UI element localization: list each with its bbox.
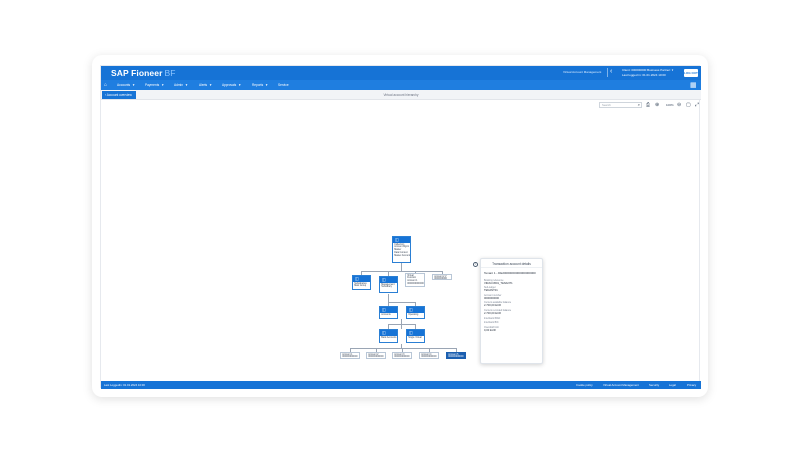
tree-edge xyxy=(361,271,443,272)
hierarchy-canvas[interactable]: ◫ Collection Account Mgmt Master Data Co… xyxy=(101,110,701,382)
chevron-down-icon: ▼ xyxy=(265,83,269,87)
account-node-icon: ◫ xyxy=(382,307,386,312)
popover-title: Transaction account details xyxy=(481,259,542,268)
tree-node-account-4[interactable]: Account 4 000000000000 xyxy=(419,352,439,359)
account-node-icon: ◫ xyxy=(409,330,413,335)
chevron-down-icon: ▼ xyxy=(161,83,165,87)
nav-item-service[interactable]: Service xyxy=(278,83,289,87)
footer-link-security[interactable]: Security xyxy=(649,383,659,387)
tree-node-root[interactable]: ◫ Collection Account Mgmt Master Data Co… xyxy=(392,236,411,263)
home-icon[interactable]: ⌂ xyxy=(104,82,107,88)
account-node-icon: ◫ xyxy=(355,276,359,281)
logout-button[interactable]: LOG OUT xyxy=(684,69,698,77)
tree-edge xyxy=(388,294,389,302)
footer-link-privacy[interactable]: Privacy xyxy=(687,383,696,387)
detail-row: Current recorded balance 2.700,00 EUR xyxy=(484,308,512,315)
brand-logo[interactable]: SAP Fioneer BF xyxy=(111,68,176,78)
footer-last-login: Last Loggedin: 01.01.2024 10:00 xyxy=(104,383,145,388)
account-line-2: Last logged in: 01.01.2024 10:00 xyxy=(622,72,666,77)
account-node-icon: ◫ xyxy=(382,277,386,282)
zoom-level: 100% xyxy=(666,103,674,107)
device-frame: SAP Fioneer BF Virtual Account Management… xyxy=(92,55,708,397)
account-node-icon: ◫ xyxy=(382,330,386,335)
detail-row: Current available balance 2.700,00 EUR xyxy=(484,301,512,308)
fit-to-screen-icon[interactable]: ▢ xyxy=(686,102,691,108)
footer-link-legal[interactable]: Legal xyxy=(669,383,676,387)
tree-node-management[interactable]: ◫ Management Subsidiary xyxy=(379,276,398,293)
tree-edge xyxy=(350,348,457,349)
nav-item-alerts[interactable]: Alerts ▼ xyxy=(199,83,212,87)
footer: Last Loggedin: 01.01.2024 10:00 Cookie p… xyxy=(101,381,701,389)
export-icon[interactable]: ⎙ xyxy=(646,102,650,108)
search-icon: ⌕ xyxy=(637,101,640,107)
tree-node-account-2v[interactable]: Account 2 V 0000000000 xyxy=(432,274,452,280)
tree-node-subsidiaries[interactable]: ◫ Subsidiaries Main Group xyxy=(352,275,371,290)
sub-bar: Virtual account hierarchy ‹ Account over… xyxy=(101,90,701,100)
tree-node-virtual-function[interactable]: Virtual Function Account 1 0000000000000 xyxy=(405,273,425,287)
chevron-down-icon: ▼ xyxy=(132,83,136,87)
account-line-1: Client: 000000000 Business Partner: ▾ xyxy=(622,68,674,72)
tree-node-account-5-selected[interactable]: Account 5 000000000000 xyxy=(446,352,466,359)
header-link-vam[interactable]: Virtual Account Management xyxy=(563,70,601,74)
chevron-down-icon: ▼ xyxy=(185,83,189,87)
tree-node-account-2[interactable]: Account 2 000000000000 xyxy=(366,352,386,359)
info-icon[interactable]: i xyxy=(473,262,478,267)
fullscreen-icon[interactable]: ⤢ xyxy=(695,102,699,108)
main-nav: ⌂ Accounts ▼ Payments ▼ Admin ▼ Alerts ▼ App… xyxy=(101,80,701,90)
detail-row: Account number 0000000000 xyxy=(484,293,502,300)
account-node-icon: ◫ xyxy=(409,307,413,312)
nav-item-accounts[interactable]: Accounts ▼ xyxy=(117,83,135,87)
tree-node-bank-accounts[interactable]: ◫ Bank Accounts xyxy=(379,329,398,343)
nav-item-approvals[interactable]: Approvals ▼ xyxy=(222,83,241,87)
top-bar: SAP Fioneer BF Virtual Account Management… xyxy=(101,66,701,80)
tree-edge xyxy=(388,302,416,303)
popover-heading: Tenant 1 - DE20000000000000000000 xyxy=(484,271,536,275)
account-node-icon: ◫ xyxy=(395,237,399,242)
nav-item-admin[interactable]: Admin ▼ xyxy=(174,83,188,87)
detail-row: Sub-ledger TENANT01 xyxy=(484,286,498,293)
account-details-popover: Transaction account details Tenant 1 - D… xyxy=(480,258,543,364)
chevron-left-icon[interactable]: ‹ xyxy=(610,68,612,75)
header-divider xyxy=(607,68,608,77)
footer-link-vam[interactable]: Virtual Account Management xyxy=(603,383,639,387)
grid-icon[interactable]: ▦ xyxy=(690,81,697,89)
hierarchy-toolbar: Search ⌕ ⎙ ⊕ 100% ⊖ ▢ ⤢ xyxy=(101,100,701,110)
chevron-down-icon: ▼ xyxy=(209,83,213,87)
tree-node-operating[interactable]: ◫ Operating xyxy=(406,306,425,319)
tree-node-single-virtual[interactable]: ◫ Single Virtual xyxy=(406,329,425,343)
detail-row: Overdraft limit 0,00 EUR xyxy=(484,325,499,332)
tree-node-account-1[interactable]: Account 1 000000000000 xyxy=(340,352,360,359)
tree-node-account-3[interactable]: Account 3 000000000000 xyxy=(392,352,412,359)
zoom-out-icon[interactable]: ⊖ xyxy=(677,102,681,108)
back-to-overview-button[interactable]: ‹ Account overview xyxy=(102,91,136,99)
tree-node-accounts[interactable]: ◫ Accounts xyxy=(379,306,398,319)
account-info[interactable]: Client: 000000000 Business Partner: ▾ La… xyxy=(622,68,673,77)
chevron-down-icon: ▼ xyxy=(238,83,242,87)
page-title: Virtual account hierarchy xyxy=(383,93,419,97)
tree-edge xyxy=(401,263,402,271)
zoom-in-icon[interactable]: ⊕ xyxy=(655,102,659,108)
tree-edge xyxy=(388,324,416,325)
footer-link-cookie[interactable]: Cookie policy xyxy=(576,383,593,387)
app-shell: SAP Fioneer BF Virtual Account Management… xyxy=(100,65,701,389)
search-input[interactable]: Search ⌕ xyxy=(599,101,642,108)
detail-row: Booking reference VIRACCB01_TENANT1 xyxy=(484,278,513,285)
nav-item-payments[interactable]: Payments ▼ xyxy=(145,83,164,87)
nav-item-reports[interactable]: Reports ▼ xyxy=(252,83,268,87)
